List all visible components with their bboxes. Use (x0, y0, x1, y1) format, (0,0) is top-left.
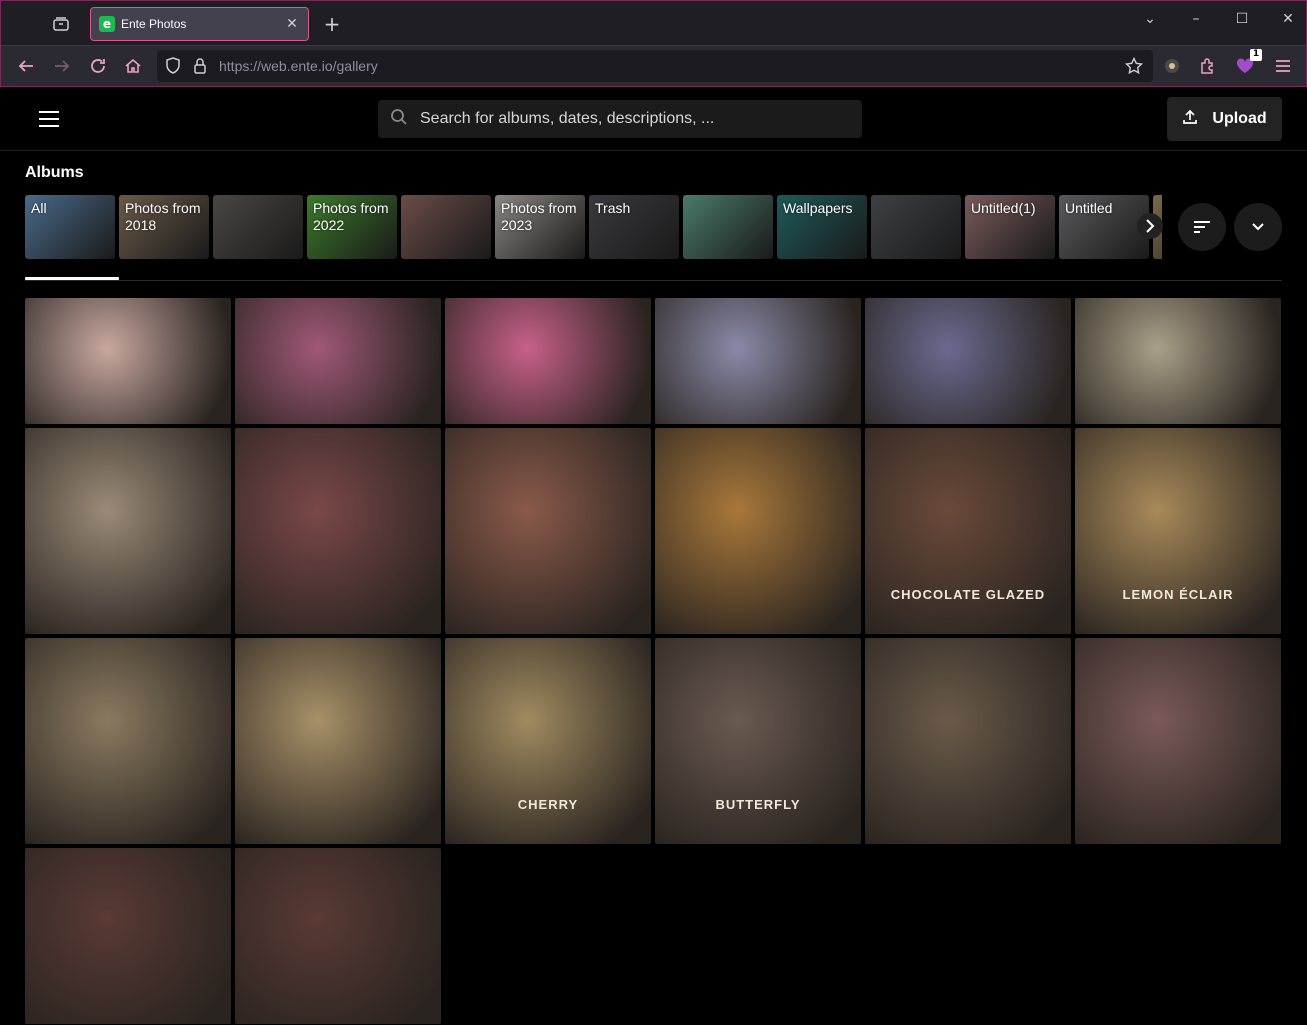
sort-albums-icon[interactable] (1178, 203, 1226, 251)
upload-button[interactable]: Upload (1167, 97, 1282, 141)
photo-thumbnail[interactable] (445, 298, 651, 424)
minimize-icon[interactable]: – (1186, 9, 1206, 29)
hamburger-menu-icon[interactable] (1272, 55, 1294, 77)
photo-thumbnail[interactable] (655, 428, 861, 634)
photo-thumbnail[interactable] (1075, 298, 1281, 424)
photo-thumbnail[interactable] (25, 428, 231, 634)
browser-chrome: e Ente Photos ✕ + ⌄ – ☐ ✕ https://web.en… (0, 0, 1307, 87)
ente-photos-app: Upload Albums All Photos from 2018 Photos … (0, 87, 1307, 1025)
upload-icon (1182, 109, 1198, 129)
close-window-icon[interactable]: ✕ (1278, 9, 1298, 29)
photo-thumbnail[interactable] (25, 848, 231, 1024)
bookmark-star-icon[interactable] (1124, 56, 1144, 79)
shield-icon[interactable] (165, 57, 181, 79)
photo-thumbnail[interactable] (865, 298, 1071, 424)
sidebar-menu-icon[interactable] (36, 107, 62, 131)
home-icon[interactable] (122, 55, 144, 77)
photo-sign-text: CHERRY (517, 797, 579, 812)
url-bar[interactable]: https://web.ente.io/gallery (157, 50, 1153, 82)
photo-thumbnail[interactable] (235, 428, 441, 634)
photo-thumbnail[interactable] (25, 298, 231, 424)
photo-sign-text: CHOCOLATE GLAZED (890, 587, 1046, 602)
albums-section-title: Albums (25, 164, 84, 181)
back-arrow-icon[interactable] (15, 55, 37, 77)
forward-arrow-icon[interactable] (51, 55, 73, 77)
album-card[interactable] (683, 195, 773, 259)
photo-thumbnail[interactable] (865, 638, 1071, 844)
album-name: Trash (595, 200, 631, 216)
album-name: Untitled(1) (971, 200, 1036, 216)
extension-count-badge: 1 (1250, 49, 1262, 61)
search-bar[interactable] (378, 100, 862, 138)
new-tab-plus-icon[interactable]: + (321, 11, 343, 37)
extension-heart-icon[interactable]: 1 (1234, 49, 1262, 77)
app-header: Upload (0, 87, 1307, 151)
album-card[interactable]: Photos from 2023 (495, 195, 585, 259)
album-name: Photos from 2022 (313, 200, 389, 233)
privacy-badger-icon[interactable] (1161, 55, 1183, 77)
upload-label: Upload (1212, 110, 1267, 127)
album-card[interactable]: Photos from 2018 (119, 195, 209, 259)
extensions-puzzle-icon[interactable] (1197, 55, 1219, 77)
ente-favicon-icon: e (99, 16, 115, 32)
photo-thumbnail[interactable] (235, 848, 441, 1024)
tabs-dropdown-chevron-icon[interactable]: ⌄ (1140, 9, 1160, 29)
photo-thumbnail[interactable] (1075, 638, 1281, 844)
tab-list-icon[interactable] (49, 13, 73, 35)
album-name: All (31, 200, 47, 216)
photo-sign-text: BUTTERFLY (715, 797, 801, 812)
photo-thumbnail[interactable] (235, 298, 441, 424)
nav-bar: https://web.ente.io/gallery 1 (1, 46, 1306, 86)
album-card[interactable] (401, 195, 491, 259)
search-input[interactable] (420, 110, 850, 128)
window-controls: ⌄ – ☐ ✕ (1140, 9, 1298, 29)
album-card[interactable]: Trash (589, 195, 679, 259)
photo-thumbnail[interactable] (235, 638, 441, 844)
tab-title: Ente Photos (121, 17, 187, 31)
album-card[interactable]: Wallpapers (777, 195, 867, 259)
photo-thumbnail[interactable] (25, 638, 231, 844)
album-card[interactable]: Untitled (1059, 195, 1149, 259)
tab-close-icon[interactable]: ✕ (284, 16, 300, 32)
expand-albums-chevron-down-icon[interactable] (1234, 203, 1282, 251)
album-card[interactable]: Untitled(1) (965, 195, 1055, 259)
photo-thumbnail[interactable] (655, 298, 861, 424)
album-name: Photos from 2018 (125, 200, 201, 233)
lock-icon[interactable] (193, 57, 207, 79)
reload-icon[interactable] (87, 55, 109, 77)
photo-thumbnail[interactable]: LEMON ÉCLAIR (1075, 428, 1281, 634)
album-name: Photos from 2023 (501, 200, 577, 233)
maximize-icon[interactable]: ☐ (1232, 9, 1252, 29)
photo-sign-text: LEMON ÉCLAIR (1122, 587, 1234, 602)
tab-bar: e Ente Photos ✕ + ⌄ – ☐ ✕ (1, 1, 1306, 46)
albums-divider (25, 280, 1282, 281)
photo-thumbnail[interactable] (445, 428, 651, 634)
photo-thumbnail[interactable]: BUTTERFLY (655, 638, 861, 844)
album-card[interactable] (213, 195, 303, 259)
album-name: Wallpapers (783, 200, 853, 216)
album-card[interactable]: All (25, 195, 115, 259)
album-strip-next-chevron-icon[interactable] (1137, 213, 1163, 239)
url-text: https://web.ente.io/gallery (219, 58, 378, 74)
album-strip: All Photos from 2018 Photos from 2022 Photo… (25, 195, 1162, 259)
photo-thumbnail[interactable]: CHERRY (445, 638, 651, 844)
album-card[interactable] (871, 195, 961, 259)
photo-thumbnail[interactable]: CHOCOLATE GLAZED (865, 428, 1071, 634)
album-name: Untitled (1065, 200, 1113, 216)
album-card[interactable]: Photos from 2022 (307, 195, 397, 259)
browser-tab-ente-photos[interactable]: e Ente Photos ✕ (90, 7, 309, 41)
search-icon (390, 108, 408, 130)
